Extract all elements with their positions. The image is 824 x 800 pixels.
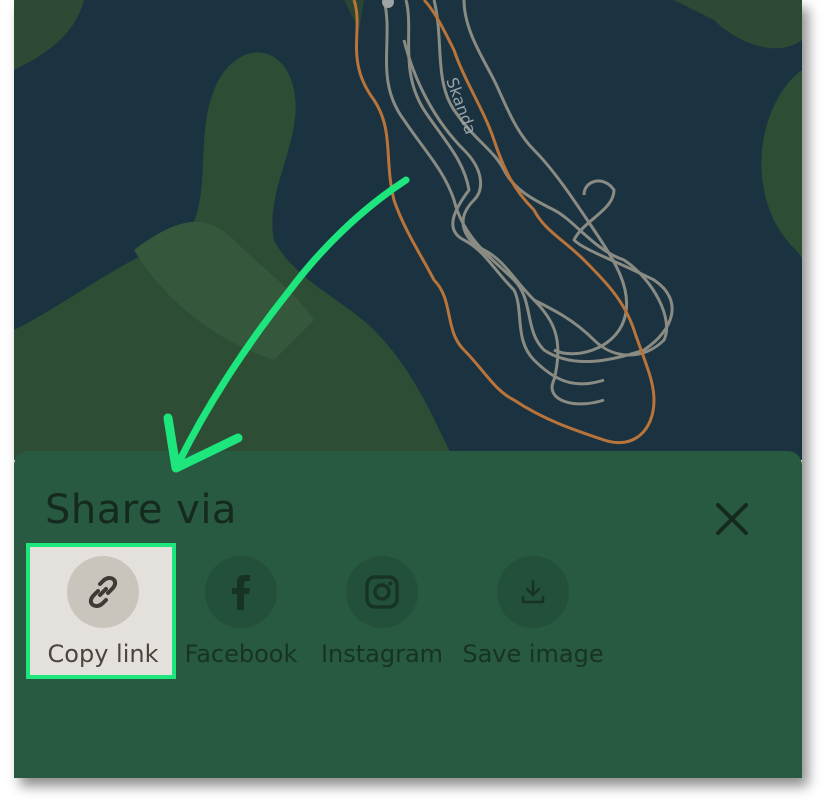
link-icon (88, 575, 118, 609)
share-sheet: Share via Copy link Facebook Instagram S… (14, 451, 802, 778)
facebook-icon-circle (205, 556, 277, 628)
close-icon (716, 503, 748, 535)
facebook-button[interactable]: Facebook (166, 556, 316, 676)
close-button[interactable] (710, 497, 754, 541)
satellite-map: Skanda (14, 0, 802, 460)
instagram-icon (365, 575, 399, 609)
copy-link-icon-circle (67, 556, 139, 628)
instagram-icon-circle (346, 556, 418, 628)
copy-link-label: Copy link (47, 640, 159, 668)
copy-link-button[interactable]: Copy link (28, 556, 178, 676)
app-screenshot: Skanda Share via Copy link Facebook Inst… (14, 0, 802, 778)
save-image-button[interactable]: Save image (458, 556, 608, 676)
share-sheet-title: Share via (45, 487, 237, 533)
map-view[interactable]: Skanda (14, 0, 802, 460)
facebook-label: Facebook (184, 640, 298, 668)
download-icon (521, 579, 545, 604)
facebook-icon (232, 575, 250, 610)
instagram-label: Instagram (320, 640, 444, 668)
save-image-icon-circle (497, 556, 569, 628)
instagram-button[interactable]: Instagram (307, 556, 457, 676)
save-image-label: Save image (462, 640, 604, 668)
